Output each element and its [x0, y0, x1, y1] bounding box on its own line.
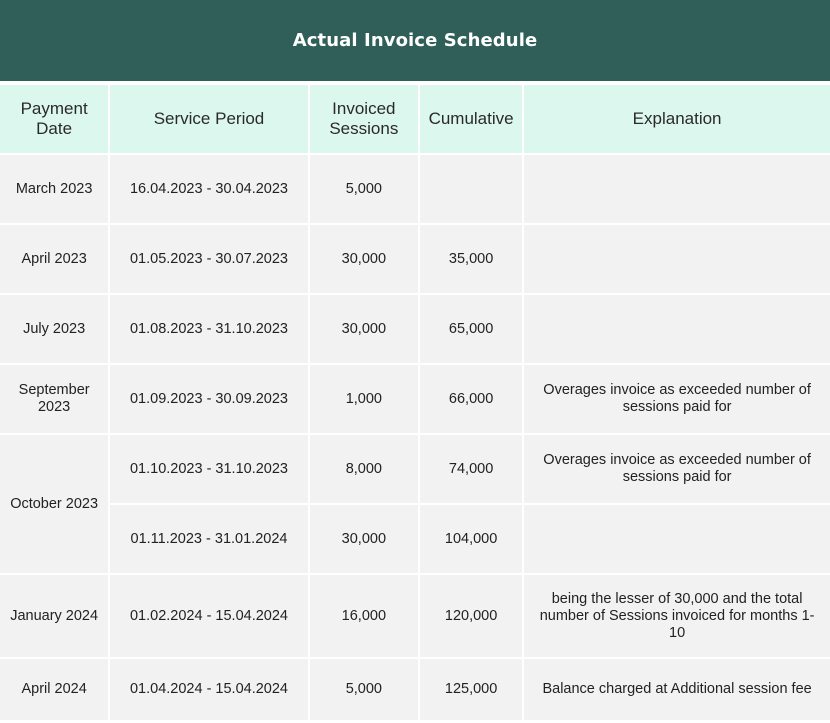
cell-cumulative [419, 155, 523, 223]
table-row: September 2023 01.09.2023 - 30.09.2023 1… [0, 365, 830, 433]
cell-service-period: 01.11.2023 - 31.01.2024 [110, 505, 308, 573]
cell-cumulative: 120,000 [419, 575, 523, 657]
cell-invoiced-sessions: 30,000 [309, 505, 418, 573]
cell-service-period: 01.08.2023 - 31.10.2023 [110, 295, 308, 363]
cell-cumulative: 104,000 [419, 505, 523, 573]
cell-explanation: Overages invoice as exceeded number of s… [524, 435, 830, 503]
cell-cumulative: 74,000 [419, 435, 523, 503]
header-explanation: Explanation [524, 85, 830, 153]
header-invoiced-sessions: Invoiced Sessions [309, 85, 418, 153]
title-banner: Actual Invoice Schedule [0, 0, 830, 81]
cell-cumulative: 35,000 [419, 225, 523, 293]
cell-cumulative: 65,000 [419, 295, 523, 363]
table-row: March 2023 16.04.2023 - 30.04.2023 5,000 [0, 155, 830, 223]
cell-explanation: being the lesser of 30,000 and the total… [524, 575, 830, 657]
header-cumulative: Cumulative [419, 85, 523, 153]
cell-invoiced-sessions: 16,000 [309, 575, 418, 657]
header-service-period: Service Period [110, 85, 308, 153]
invoice-schedule-table: Payment Date Service Period Invoiced Ses… [0, 83, 830, 722]
cell-invoiced-sessions: 5,000 [309, 659, 418, 720]
cell-service-period: 01.10.2023 - 31.10.2023 [110, 435, 308, 503]
cell-payment-date: October 2023 [0, 435, 109, 573]
cell-cumulative: 66,000 [419, 365, 523, 433]
table-row: April 2024 01.04.2024 - 15.04.2024 5,000… [0, 659, 830, 720]
page-title: Actual Invoice Schedule [292, 30, 538, 51]
table-row: October 2023 01.10.2023 - 31.10.2023 8,0… [0, 435, 830, 573]
cell-payment-date: January 2024 [0, 575, 109, 657]
cell-invoiced-sessions: 1,000 [309, 365, 418, 433]
cell-service-period: 01.05.2023 - 30.07.2023 [110, 225, 308, 293]
cell-payment-date: March 2023 [0, 155, 109, 223]
cell-service-period: 01.02.2024 - 15.04.2024 [110, 575, 308, 657]
cell-service-period: 01.04.2024 - 15.04.2024 [110, 659, 308, 720]
cell-explanation: Overages invoice as exceeded number of s… [524, 365, 830, 433]
cell-payment-date: April 2023 [0, 225, 109, 293]
cell-explanation [524, 225, 830, 293]
header-payment-date: Payment Date [0, 85, 109, 153]
cell-invoiced-sessions: 5,000 [309, 155, 418, 223]
table-row: January 2024 01.02.2024 - 15.04.2024 16,… [0, 575, 830, 657]
cell-payment-date: September 2023 [0, 365, 109, 433]
cell-payment-date: April 2024 [0, 659, 109, 720]
table-row: April 2023 01.05.2023 - 30.07.2023 30,00… [0, 225, 830, 293]
cell-explanation [524, 295, 830, 363]
cell-payment-date: July 2023 [0, 295, 109, 363]
cell-service-period: 16.04.2023 - 30.04.2023 [110, 155, 308, 223]
table-header-row: Payment Date Service Period Invoiced Ses… [0, 85, 830, 153]
cell-explanation: Balance charged at Additional session fe… [524, 659, 830, 720]
table-row: July 2023 01.08.2023 - 31.10.2023 30,000… [0, 295, 830, 363]
table-row: 01.11.2023 - 31.01.2024 30,000 104,000 [0, 505, 830, 573]
cell-invoiced-sessions: 30,000 [309, 225, 418, 293]
cell-service-period: 01.09.2023 - 30.09.2023 [110, 365, 308, 433]
cell-cumulative: 125,000 [419, 659, 523, 720]
cell-explanation [524, 505, 830, 573]
cell-invoiced-sessions: 8,000 [309, 435, 418, 503]
cell-explanation [524, 155, 830, 223]
cell-invoiced-sessions: 30,000 [309, 295, 418, 363]
